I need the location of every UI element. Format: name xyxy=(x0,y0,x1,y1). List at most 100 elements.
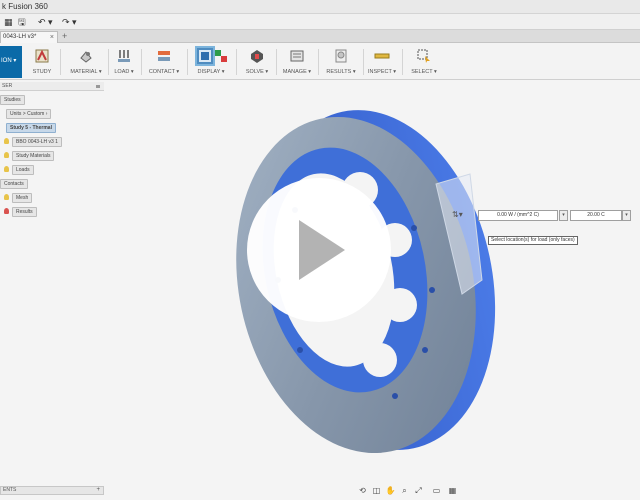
toolbar-label: CONTACT ▾ xyxy=(148,69,180,75)
document-tab[interactable]: 0043-LH v3* × xyxy=(0,31,58,43)
toolbar-contact[interactable]: CONTACT ▾ xyxy=(144,46,184,78)
temperature-field[interactable]: 20.00 C xyxy=(570,210,622,221)
toolbar-separator xyxy=(141,49,142,75)
display-style-icon xyxy=(215,50,227,62)
load-unit-dropdown[interactable]: ▾ xyxy=(559,210,568,221)
toolbar-label: LOAD ▾ xyxy=(114,69,134,75)
load-value-field[interactable]: 0.00 W / (mm^2 C) xyxy=(478,210,558,221)
toolbar-display[interactable]: DISPLAY ▾ xyxy=(190,46,232,78)
select-icon xyxy=(417,49,430,63)
fit-icon[interactable]: ⤢ xyxy=(412,484,425,497)
title-bar: k Fusion 360 xyxy=(0,0,640,14)
close-icon[interactable]: × xyxy=(50,32,54,43)
browser-node-label: Study 5 - Thermal xyxy=(10,125,52,131)
toolbar-inspect[interactable]: INSPECT ▾ xyxy=(366,46,398,78)
toolbar-separator xyxy=(108,49,109,75)
add-tab-icon[interactable]: + xyxy=(62,30,67,43)
contact-icon xyxy=(158,51,170,61)
temperature-dropdown[interactable]: ▾ xyxy=(622,210,631,221)
workspace-switcher[interactable]: ION ▾ xyxy=(0,46,22,78)
comments-panel[interactable]: ENTS + xyxy=(0,486,104,495)
results-icon-small xyxy=(4,208,9,214)
toolbar-separator xyxy=(187,49,188,75)
visibility-bulb-icon[interactable] xyxy=(4,166,9,172)
results-icon xyxy=(335,49,347,63)
material-icon xyxy=(80,51,92,63)
browser-node-model[interactable]: BBO 0043-LH v3 1 xyxy=(12,137,62,147)
browser-node-studies[interactable]: Studies xyxy=(0,95,25,105)
convection-load-icon: ⇅▾ xyxy=(452,210,463,219)
collapse-icon[interactable] xyxy=(96,85,100,88)
browser-panel: SER Studies Units > Custom › Study 5 - T… xyxy=(0,82,104,217)
fusion-app-window: k Fusion 360 ▦ 🖫 ↶ ▾ ↷ ▾ 0043-LH v3* × +… xyxy=(0,0,640,500)
toolbar-label: STUDY xyxy=(32,69,52,75)
window-title: k Fusion 360 xyxy=(2,2,48,11)
toolbar-separator xyxy=(318,49,319,75)
document-tab-label: 0043-LH v3* xyxy=(3,34,37,40)
solve-icon xyxy=(251,50,263,63)
toolbar-select[interactable]: SELECT ▾ xyxy=(406,46,442,78)
display-settings-icon[interactable]: ▭ xyxy=(430,484,443,497)
toolbar-study[interactable]: STUDY xyxy=(28,46,56,78)
visibility-bulb-icon[interactable] xyxy=(4,194,9,200)
toolbar-results[interactable]: RESULTS ▾ xyxy=(322,46,360,78)
browser-node-label: BBO 0043-LH v3 1 xyxy=(16,139,58,145)
visibility-bulb-icon[interactable] xyxy=(4,152,9,158)
browser-node-label: Results xyxy=(16,209,33,215)
toolbar-load[interactable]: LOAD ▾ xyxy=(111,46,137,78)
browser-node-results[interactable]: Results xyxy=(12,207,37,217)
display-icon xyxy=(195,46,215,66)
comments-label: ENTS xyxy=(3,487,17,493)
browser-node-loads[interactable]: Loads xyxy=(12,165,34,175)
browser-node-mesh[interactable]: Mesh xyxy=(12,193,33,203)
toolbar-separator xyxy=(276,49,277,75)
browser-node-label: Studies xyxy=(4,97,21,103)
workspace-label: ION ▾ xyxy=(1,58,17,64)
toolbar-label: RESULTS ▾ xyxy=(326,69,356,75)
visibility-bulb-icon[interactable] xyxy=(4,138,9,144)
pan-icon[interactable]: ✋ xyxy=(384,484,397,497)
browser-node-study[interactable]: Study 5 - Thermal xyxy=(6,123,56,133)
orbit-icon[interactable]: ⟲ xyxy=(356,484,369,497)
quick-access-bar: ▦ 🖫 ↶ ▾ ↷ ▾ xyxy=(0,14,640,30)
browser-node-label: Loads xyxy=(16,167,30,173)
browser-node-contacts[interactable]: Contacts xyxy=(0,179,28,189)
chevron-down-icon: ▾ xyxy=(625,212,628,218)
temperature-value: 20.00 C xyxy=(587,212,605,218)
study-icon xyxy=(35,49,49,63)
add-comment-icon[interactable]: + xyxy=(96,487,100,494)
toolbar-separator xyxy=(236,49,237,75)
save-icon[interactable]: 🖫 xyxy=(18,16,26,28)
browser-node-label: Units > Custom › xyxy=(10,111,48,117)
video-play-button[interactable] xyxy=(247,178,391,322)
browser-title: SER xyxy=(2,83,13,89)
browser-node-materials[interactable]: Study Materials xyxy=(12,151,55,161)
tooltip-text: Select location(s) for load (only faces) xyxy=(491,237,575,243)
browser-header: SER xyxy=(0,82,104,91)
toolbar-label: SELECT ▾ xyxy=(411,69,437,75)
look-at-icon[interactable]: ◫ xyxy=(370,484,383,497)
inspect-icon xyxy=(374,53,390,59)
toolbar-separator xyxy=(363,49,364,75)
toolbar-manage[interactable]: MANAGE ▾ xyxy=(280,46,314,78)
toolbar-label: DISPLAY ▾ xyxy=(197,69,225,75)
toolbar-separator xyxy=(402,49,403,75)
grid-icon[interactable]: ▦ xyxy=(4,16,13,28)
browser-node-units[interactable]: Units > Custom › xyxy=(6,109,52,119)
play-icon xyxy=(299,220,345,280)
selection-tooltip: Select location(s) for load (only faces) xyxy=(488,236,578,245)
toolbar-label: SOLVE ▾ xyxy=(245,69,269,75)
browser-node-label: Study Materials xyxy=(16,153,51,159)
toolbar-material[interactable]: MATERIAL ▾ xyxy=(66,46,106,78)
toolbar-label: MANAGE ▾ xyxy=(282,69,312,75)
load-icon xyxy=(118,50,130,62)
undo-icon[interactable]: ↶ ▾ xyxy=(38,16,53,28)
grid-settings-icon[interactable]: ▦ xyxy=(446,484,459,497)
toolbar-solve[interactable]: SOLVE ▾ xyxy=(242,46,272,78)
ribbon-toolbar: ION ▾ STUDY MATERIAL ▾ LOAD ▾ CONTACT ▾ … xyxy=(0,43,640,80)
zoom-icon[interactable]: ⌕ xyxy=(398,484,411,497)
toolbar-separator xyxy=(60,49,61,75)
browser-node-label: Mesh xyxy=(16,195,29,201)
redo-icon[interactable]: ↷ ▾ xyxy=(62,16,77,28)
manage-icon xyxy=(290,50,304,62)
